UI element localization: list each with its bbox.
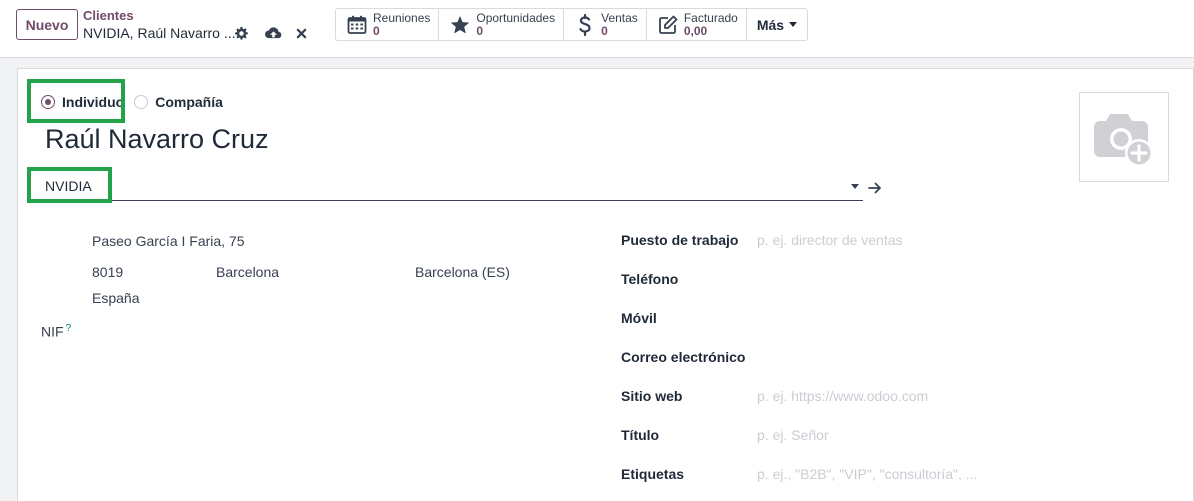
phone-label: Teléfono bbox=[621, 271, 679, 287]
mobile-label: Móvil bbox=[621, 310, 657, 326]
nif-label: NIF? bbox=[41, 323, 71, 340]
job-position-label: Puesto de trabajo bbox=[621, 232, 739, 248]
title-row: Título p. ej. Señor bbox=[621, 427, 829, 443]
gear-icon[interactable] bbox=[233, 25, 249, 41]
meetings-button[interactable]: Reuniones 0 bbox=[336, 9, 440, 40]
job-position-row: Puesto de trabajo p. ej. director de ven… bbox=[621, 232, 903, 248]
control-panel: Nuevo Clientes NVIDIA, Raúl Navarro ... … bbox=[0, 0, 1194, 58]
country-field[interactable]: España bbox=[92, 290, 139, 306]
opportunities-button[interactable]: Oportunidades 0 bbox=[439, 9, 565, 40]
street-field[interactable]: Paseo García I Faria, 75 bbox=[92, 233, 245, 249]
invoiced-button[interactable]: Facturado 0,00 bbox=[647, 9, 747, 40]
new-button[interactable]: Nuevo bbox=[16, 9, 78, 40]
tags-input[interactable]: p. ej., "B2B", "VIP", "consultoría", ... bbox=[757, 466, 977, 482]
caret-down-icon bbox=[789, 22, 798, 27]
mobile-row: Móvil bbox=[621, 310, 757, 326]
highlight-box-individual bbox=[27, 79, 125, 123]
company-radio-label[interactable]: Compañía bbox=[155, 94, 223, 110]
internal-link-arrow-icon[interactable] bbox=[868, 181, 882, 194]
star-icon bbox=[449, 14, 471, 36]
breadcrumb: Clientes NVIDIA, Raúl Navarro ... bbox=[83, 9, 236, 42]
company-field[interactable]: NVIDIA bbox=[33, 173, 863, 201]
dropdown-caret-icon[interactable] bbox=[851, 184, 859, 189]
more-label: Más bbox=[756, 16, 785, 33]
close-icon[interactable] bbox=[293, 25, 309, 41]
calendar-icon bbox=[346, 14, 368, 36]
smart-buttons: Reuniones 0 Oportunidades 0 Ventas 0 Fac… bbox=[335, 8, 809, 41]
invoiced-amount: 0,00 bbox=[683, 23, 708, 38]
opportunities-count: 0 bbox=[476, 23, 484, 38]
state-field[interactable]: Barcelona (ES) bbox=[415, 264, 510, 280]
opportunities-label: Oportunidades bbox=[476, 10, 556, 25]
job-position-input[interactable]: p. ej. director de ventas bbox=[757, 232, 903, 248]
meetings-label: Reuniones bbox=[373, 10, 431, 25]
avatar-upload[interactable] bbox=[1079, 92, 1169, 182]
pencil-square-icon bbox=[657, 14, 679, 36]
dollar-icon bbox=[574, 13, 596, 36]
cloud-upload-icon[interactable] bbox=[264, 25, 282, 41]
sales-button[interactable]: Ventas 0 bbox=[564, 9, 647, 40]
website-row: Sitio web p. ej. https://www.odoo.com bbox=[621, 388, 928, 404]
sales-label: Ventas bbox=[601, 10, 638, 25]
tags-label: Etiquetas bbox=[621, 466, 685, 482]
phone-row: Teléfono bbox=[621, 271, 757, 287]
sales-count: 0 bbox=[601, 23, 608, 38]
invoiced-label: Facturado bbox=[683, 10, 738, 25]
tags-row: Etiquetas p. ej., "B2B", "VIP", "consult… bbox=[621, 466, 977, 482]
zip-field[interactable]: 8019 bbox=[92, 264, 123, 280]
help-tooltip-icon[interactable]: ? bbox=[66, 323, 72, 334]
title-input[interactable]: p. ej. Señor bbox=[757, 427, 829, 443]
camera-plus-icon bbox=[1094, 114, 1153, 167]
company-radio[interactable] bbox=[134, 95, 149, 109]
highlight-box-company bbox=[27, 167, 112, 203]
nif-label-text: NIF bbox=[41, 323, 64, 340]
breadcrumb-parent-link[interactable]: Clientes bbox=[83, 9, 236, 23]
more-button[interactable]: Más bbox=[747, 9, 807, 40]
website-input[interactable]: p. ej. https://www.odoo.com bbox=[757, 388, 928, 404]
title-label: Título bbox=[621, 427, 660, 443]
meetings-count: 0 bbox=[373, 23, 380, 38]
website-label: Sitio web bbox=[621, 388, 683, 404]
city-field[interactable]: Barcelona bbox=[216, 264, 279, 280]
email-row: Correo electrónico bbox=[621, 349, 757, 365]
contact-name-field[interactable]: Raúl Navarro Cruz bbox=[45, 124, 269, 155]
breadcrumb-current: NVIDIA, Raúl Navarro ... bbox=[83, 25, 236, 41]
email-label: Correo electrónico bbox=[621, 349, 746, 365]
